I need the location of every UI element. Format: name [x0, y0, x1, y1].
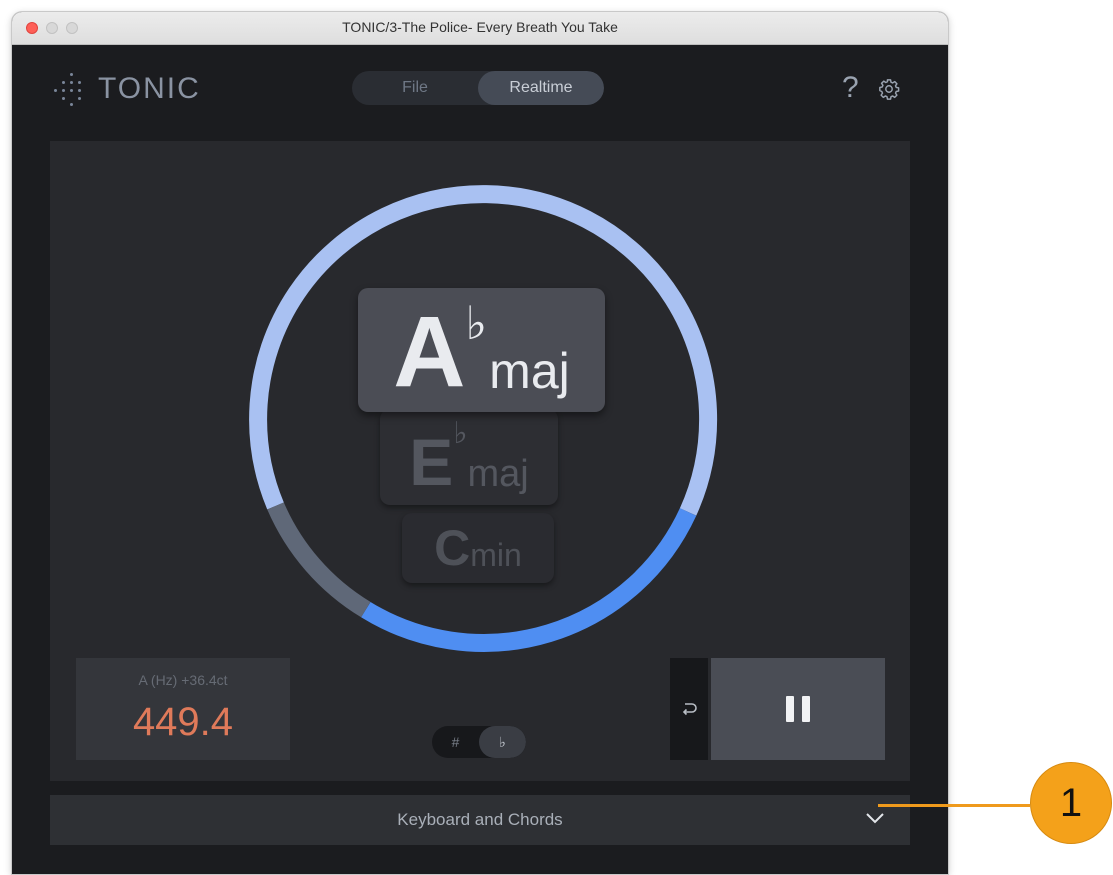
- key-candidate-1[interactable]: A ♭ maj: [358, 288, 605, 412]
- tuning-value: 449.4: [132, 700, 234, 744]
- accidental-toggle: # ♭: [432, 726, 526, 758]
- key-candidate-3[interactable]: C min: [402, 513, 554, 583]
- key-root: A: [393, 296, 466, 408]
- app-window: TONIC/3-The Police- Every Breath You Tak…: [12, 12, 948, 874]
- sharp-button[interactable]: #: [432, 726, 479, 758]
- question-icon[interactable]: ?: [842, 73, 859, 103]
- gear-icon[interactable]: [878, 78, 900, 100]
- tuning-reference-box[interactable]: A (Hz) +36.4ct 449.4: [76, 658, 290, 760]
- dots-grid-icon: [52, 71, 92, 107]
- callout-line: [878, 804, 1030, 807]
- pause-icon: [786, 696, 810, 722]
- logo-text: TONIC: [98, 72, 201, 105]
- flat-button[interactable]: ♭: [479, 726, 526, 758]
- tonic-app: TONIC File Realtime ? C min E ♭ maj A ♭ …: [12, 45, 948, 874]
- undo-icon: [682, 703, 697, 716]
- key-quality: maj: [489, 343, 570, 399]
- key-quality: min: [470, 537, 522, 573]
- chevron-down-icon[interactable]: [865, 811, 885, 825]
- reset-button[interactable]: [670, 658, 708, 760]
- mode-toggle: File Realtime: [352, 71, 604, 105]
- callout-badge: 1: [1030, 762, 1112, 844]
- key-root: C: [434, 520, 471, 576]
- key-root: E: [409, 425, 454, 499]
- window-title: TONIC/3-The Police- Every Breath You Tak…: [342, 19, 618, 35]
- key-quality: maj: [467, 453, 529, 495]
- key-accidental: ♭: [465, 297, 488, 349]
- key-detection-panel: C min E ♭ maj A ♭ maj A (Hz) +36.4ct 449…: [50, 141, 910, 781]
- title-bar: TONIC/3-The Police- Every Breath You Tak…: [12, 12, 948, 45]
- pause-button[interactable]: [711, 658, 885, 760]
- app-logo: TONIC: [52, 71, 201, 107]
- key-candidate-2[interactable]: E ♭ maj: [380, 409, 558, 505]
- tab-file[interactable]: File: [352, 71, 478, 105]
- keyboard-chords-bar[interactable]: Keyboard and Chords: [50, 795, 910, 845]
- tab-realtime[interactable]: Realtime: [478, 71, 604, 105]
- key-accidental: ♭: [453, 417, 468, 450]
- tuning-label: A (Hz) +36.4ct: [138, 672, 228, 688]
- keyboard-chords-label: Keyboard and Chords: [397, 810, 563, 829]
